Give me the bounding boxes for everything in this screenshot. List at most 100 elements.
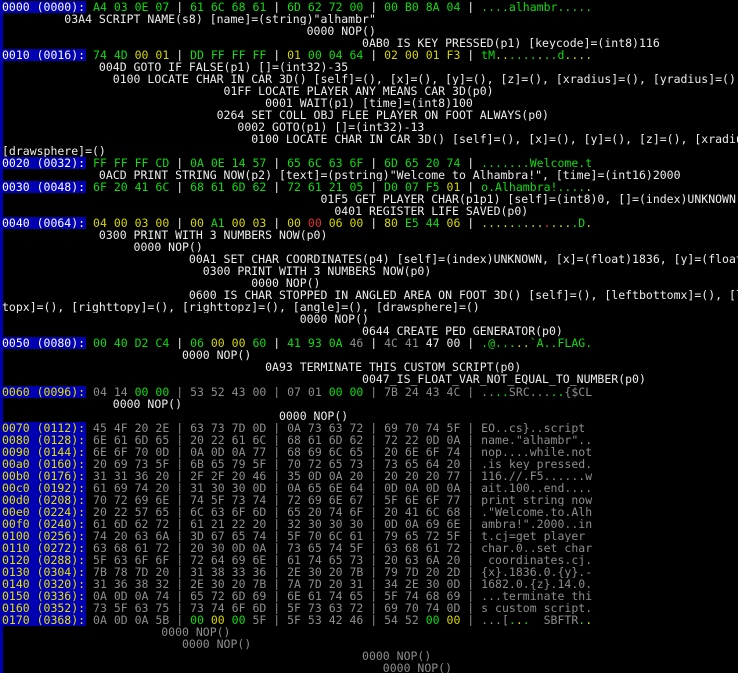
hex-row: 0140 (0320): 31 36 38 32 | 2E 30 20 7B |… (2, 578, 738, 590)
opcode-line: 0047_IS_FLOAT_VAR_NOT_EQUAL_TO_NUMBER(p0… (2, 373, 738, 385)
ascii-column: .......Welcome.t (481, 157, 592, 169)
hex-row-address: 0040 (0064): (2, 217, 86, 229)
hex-row-address: 00b0 (0176): (2, 470, 86, 482)
script-hex-viewer: 0000 (0000): A4 03 0E 07 | 61 6C 68 61 |… (0, 0, 738, 673)
opcode-line: 004D_GOTO_IF_FALSE(p1) []=(int32)-35 (2, 61, 738, 73)
hex-row: 00c0 (0192): 61 69 74 20 | 31 30 30 0D |… (2, 482, 738, 494)
opcode-line: 0000_NOP() (2, 410, 738, 422)
ascii-column: ambra!".2000..in (481, 518, 592, 530)
ascii-column: 116.//.F5......w (481, 470, 592, 482)
hex-row: 0150 (0336): 0A 0D 0A 74 | 65 72 6D 69 |… (2, 590, 738, 602)
opcode-line: 0644_CREATE_PED_GENERATOR(p0) (2, 325, 738, 337)
ascii-column: ...terminate_thi (481, 590, 592, 602)
hex-row: 0060 (0096): 04 14 00 00 | 53 52 43 00 |… (2, 386, 738, 398)
hex-row-address: 0110 (0272): (2, 542, 86, 554)
opcode-line: 0401_REGISTER_LIFE_SAVED(p0) (2, 205, 738, 217)
hex-row: 0030 (0048): 6F 20 41 6C | 68 61 6D 62 |… (2, 181, 738, 193)
hex-row: 0080 (0128): 6E 61 6D 65 | 20 22 61 6C |… (2, 434, 738, 446)
hex-row: 0090 (0144): 6E 6F 70 0D | 0A 0D 0A 77 |… (2, 446, 738, 458)
ascii-column: .is_key_pressed. (481, 458, 592, 470)
ascii-column: EO..cs}..script_ (481, 422, 592, 434)
hex-row: 0130 (0304): 7B 78 7D 20 | 31 38 33 36 |… (2, 566, 738, 578)
ascii-column: ....alhambr..... (481, 1, 592, 13)
ascii-column: ait.100..end.... (481, 482, 592, 494)
hex-row: 0010 (0016): 74 4D 00 01 | DD FF FF FF |… (2, 49, 738, 61)
ascii-column: o.Alhambra!..... (481, 181, 592, 193)
hex-row-address: 0170 (0368): (2, 614, 86, 626)
hex-row-address: 0050 (0080): (2, 337, 86, 349)
opcode-line: [drawsphere]=() (2, 145, 738, 157)
opcode-line: 03A4_SCRIPT_NAME(s8) [name]=(string)"alh… (2, 13, 738, 25)
hex-row: 0120 (0288): 5F 63 6F 6F | 72 64 69 6E |… (2, 554, 738, 566)
ascii-column: tM.........d.... (481, 49, 592, 61)
opcode-line: 0000_NOP() (2, 650, 738, 662)
opcode-line: 0000_NOP() (2, 25, 738, 37)
hex-row-address: 0030 (0048): (2, 181, 86, 193)
opcode-line: 0300_PRINT_WITH_3_NUMBERS_NOW(p0) (2, 229, 738, 241)
hex-row: 0020 (0032): FF FF FF CD | 0A 0E 14 57 |… (2, 157, 738, 169)
opcode-line: 01F5_GET_PLAYER_CHAR(p1p1) [self]=(int8)… (2, 193, 738, 205)
hex-row-address: 00c0 (0192): (2, 482, 86, 494)
opcode-line: 0ACD_PRINT_STRING_NOW(p2) [text]=(pstrin… (2, 169, 738, 181)
hex-row: 0050 (0080): 00 40 D2 C4 | 06 00 00 60 |… (2, 337, 738, 349)
hex-row-address: 00f0 (0240): (2, 518, 86, 530)
opcode-line: 0000_NOP() (2, 626, 738, 638)
ascii-column: ....SRC.....{$CL (481, 386, 592, 398)
opcode-line: 0000_NOP() (2, 277, 738, 289)
hex-row: 0160 (0352): 73 5F 63 75 | 73 74 6F 6D |… (2, 602, 738, 614)
hex-row-address: 0060 (0096): (2, 386, 86, 398)
opcode-line: 0300_PRINT_WITH_3_NUMBERS_NOW(p0) (2, 265, 738, 277)
hex-row-address: 0070 (0112): (2, 422, 86, 434)
hex-row-address: 00d0 (0208): (2, 494, 86, 506)
ascii-column: ..............D. (481, 217, 592, 229)
hex-row-address: 0140 (0320): (2, 578, 86, 590)
hex-row-address: 00a0 (0160): (2, 458, 86, 470)
opcode-line: 01FF_LOCATE_PLAYER_ANY_MEANS_CAR_3D(p0) (2, 85, 738, 97)
opcode-line: 0000_NOP() (2, 638, 738, 650)
opcode-line: 0000_NOP() (2, 349, 738, 361)
hex-row-address: 0150 (0336): (2, 590, 86, 602)
ascii-column: _coordinates.cj. (481, 554, 592, 566)
hex-row: 00a0 (0160): 20 69 73 5F | 6B 65 79 5F |… (2, 458, 738, 470)
ascii-column: s_custom_script. (481, 602, 592, 614)
opcode-line: 0AB0_IS_KEY_PRESSED(p1) [keycode]=(int8)… (2, 37, 738, 49)
opcode-line: 0264_SET_COLL_OBJ_FLEE_PLAYER_ON_FOOT_AL… (2, 109, 738, 121)
hex-dump-output: 0000 (0000): A4 03 0E 07 | 61 6C 68 61 |… (2, 1, 738, 673)
hex-row: 00b0 (0176): 31 31 36 20 | 2F 2F 20 46 |… (2, 470, 738, 482)
hex-row-address: 0100 (0256): (2, 530, 86, 542)
ascii-column: t.cj=get_player_ (481, 530, 592, 542)
opcode-line: 0000_NOP() (2, 662, 738, 673)
opcode-line: topx]=(), [righttopy]=(), [righttopz]=()… (2, 301, 738, 313)
opcode-line: 0A93_TERMINATE_THIS_CUSTOM_SCRIPT(p0) (2, 361, 738, 373)
ascii-column: {x}.1836.0.{y}.- (481, 566, 592, 578)
hex-row-address: 0090 (0144): (2, 446, 86, 458)
hex-row: 00d0 (0208): 70 72 69 6E | 74 5F 73 74 |… (2, 494, 738, 506)
hex-row-address: 0160 (0352): (2, 602, 86, 614)
opcode-line: 0002_GOTO(p1) []=(int32)-13 (2, 121, 738, 133)
hex-row: 0100 (0256): 74 20 63 6A | 3D 67 65 74 |… (2, 530, 738, 542)
ascii-column: 1682.0.{z}.14.0. (481, 578, 592, 590)
hex-row-address: 0000 (0000): (2, 1, 86, 13)
hex-row: 0070 (0112): 45 4F 20 2E | 63 73 7D 0D |… (2, 422, 738, 434)
opcode-line: 0000_NOP() (2, 398, 738, 410)
opcode-line: 0000_NOP() (2, 313, 738, 325)
hex-row: 0110 (0272): 63 68 61 72 | 20 30 0D 0A |… (2, 542, 738, 554)
hex-row-address: 0080 (0128): (2, 434, 86, 446)
opcode-line: 0001_WAIT(p1) [time]=(int8)100 (2, 97, 738, 109)
ascii-column: ...[...__SBFTR.. (481, 614, 592, 626)
opcode-line: 0600_IS_CHAR_STOPPED_IN_ANGLED_AREA_ON_F… (2, 289, 738, 301)
ascii-column: .@.....`A..FLAG. (481, 337, 592, 349)
hex-row-address: 0120 (0288): (2, 554, 86, 566)
hex-row: 00f0 (0240): 61 6D 62 72 | 61 21 22 20 |… (2, 518, 738, 530)
hex-row-address: 0020 (0032): (2, 157, 86, 169)
hex-row: 0040 (0064): 04 00 03 00 | 00 A1 00 03 |… (2, 217, 738, 229)
hex-row: 00e0 (0224): 20 22 57 65 | 6C 63 6F 6D |… (2, 506, 738, 518)
ascii-column: ."Welcome.to.Alh (481, 506, 592, 518)
ascii-column: name."alhambr".. (481, 434, 592, 446)
hex-row: 0170 (0368): 0A 0D 0A 5B | 00 00 00 5F |… (2, 614, 738, 626)
opcode-line: 00A1_SET_CHAR_COORDINATES(p4) [self]=(in… (2, 253, 738, 265)
opcode-line: 0000_NOP() (2, 241, 738, 253)
ascii-column: char.0..set_char (481, 542, 592, 554)
ascii-column: nop....while.not (481, 446, 592, 458)
hex-row-address: 0010 (0016): (2, 49, 86, 61)
